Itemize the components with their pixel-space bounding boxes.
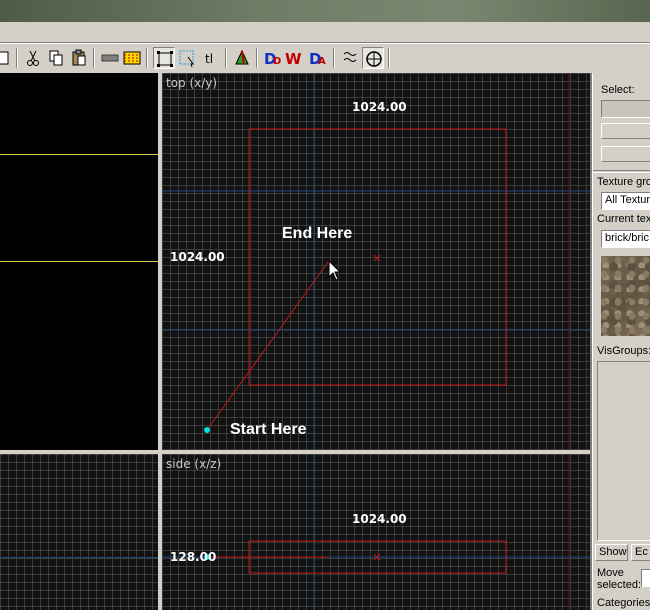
toolbar: tl DD W DA: [0, 43, 650, 74]
select-button-2[interactable]: [601, 146, 650, 162]
toolbar-separator: [93, 48, 95, 68]
copy-icon[interactable]: [45, 47, 67, 69]
select-field[interactable]: [601, 100, 650, 118]
toolbar-separator: [16, 48, 18, 68]
move-selected-field[interactable]: [641, 569, 650, 587]
display-models-icon[interactable]: DD: [262, 47, 284, 69]
texture-preview[interactable]: [601, 256, 650, 336]
start-here-annotation: Start Here: [230, 421, 307, 438]
window-titlebar: [0, 0, 650, 22]
object-panel: Select: Texture gro All Textur Current t…: [592, 73, 650, 610]
height-dimension-side: 128.00: [170, 550, 217, 564]
svg-text:D: D: [273, 56, 281, 67]
yellow-line: [0, 154, 158, 155]
paste-icon[interactable]: [68, 47, 90, 69]
axis-line: [0, 557, 158, 558]
current-texture-label: Current text: [597, 213, 650, 225]
svg-text:A: A: [318, 56, 326, 67]
visgroups-label: VisGroups:: [597, 345, 650, 357]
toolbar-separator: [333, 48, 335, 68]
viewport-side-label: side (x/z): [166, 457, 222, 471]
toolbar-tl-text: tl: [205, 52, 213, 66]
carve-icon[interactable]: [231, 47, 253, 69]
selection-box-icon[interactable]: [153, 47, 175, 69]
top-view-canvas: [162, 73, 590, 450]
toolbar-separator: [388, 48, 390, 68]
center-mark: [373, 254, 381, 262]
edit-button[interactable]: Ec: [631, 544, 650, 561]
cut-icon[interactable]: [22, 47, 44, 69]
viewport-3d[interactable]: [0, 73, 158, 450]
toolbar-separator: [146, 48, 148, 68]
width-dimension: 1024.00: [352, 100, 407, 114]
texture-group-select[interactable]: All Textur: [601, 192, 650, 210]
hide-icon[interactable]: [121, 47, 143, 69]
height-dimension: 1024.00: [170, 250, 225, 264]
group-icon[interactable]: [99, 47, 121, 69]
mouse-cursor: [328, 259, 342, 281]
vertex-manipulation-icon[interactable]: DA: [307, 47, 329, 69]
cordon-icon[interactable]: [362, 47, 384, 69]
categories-label: Categories:: [597, 597, 650, 609]
select-button-1[interactable]: [601, 123, 650, 139]
texture-lock-icon[interactable]: [176, 47, 198, 69]
open-icon[interactable]: [0, 47, 14, 69]
start-point[interactable]: [204, 427, 210, 433]
viewport-top[interactable]: top (x/y) 1024.00 1024.00 End Here Start…: [162, 73, 590, 450]
side-view-canvas: [162, 454, 590, 610]
toggle-text-icon[interactable]: tl: [199, 47, 221, 69]
current-texture-select[interactable]: brick/bric: [601, 230, 650, 248]
show-button[interactable]: Show: [595, 544, 628, 561]
viewport-side[interactable]: side (x/z) 1024.00 128.00: [162, 454, 590, 610]
width-dimension-side: 1024.00: [352, 512, 407, 526]
viewport-top-label: top (x/y): [166, 76, 218, 90]
vertex-icon[interactable]: W: [284, 47, 306, 69]
texture-group-label: Texture gro: [597, 176, 650, 188]
yellow-line: [0, 261, 158, 262]
toolbar-separator: [225, 48, 227, 68]
svg-text:W: W: [285, 50, 302, 68]
visgroups-list[interactable]: [597, 361, 650, 541]
menu-bar: [0, 22, 650, 43]
toolbar-separator: [256, 48, 258, 68]
drag-line: [206, 261, 329, 431]
move-selected-label-2: selected:: [597, 579, 642, 591]
select-label: Select:: [601, 84, 635, 96]
panel-divider: [593, 170, 650, 173]
move-selected-label-1: Move: [597, 567, 624, 579]
snap-icon[interactable]: [339, 47, 361, 69]
viewport-front[interactable]: [0, 454, 158, 610]
end-here-annotation: End Here: [282, 225, 353, 242]
